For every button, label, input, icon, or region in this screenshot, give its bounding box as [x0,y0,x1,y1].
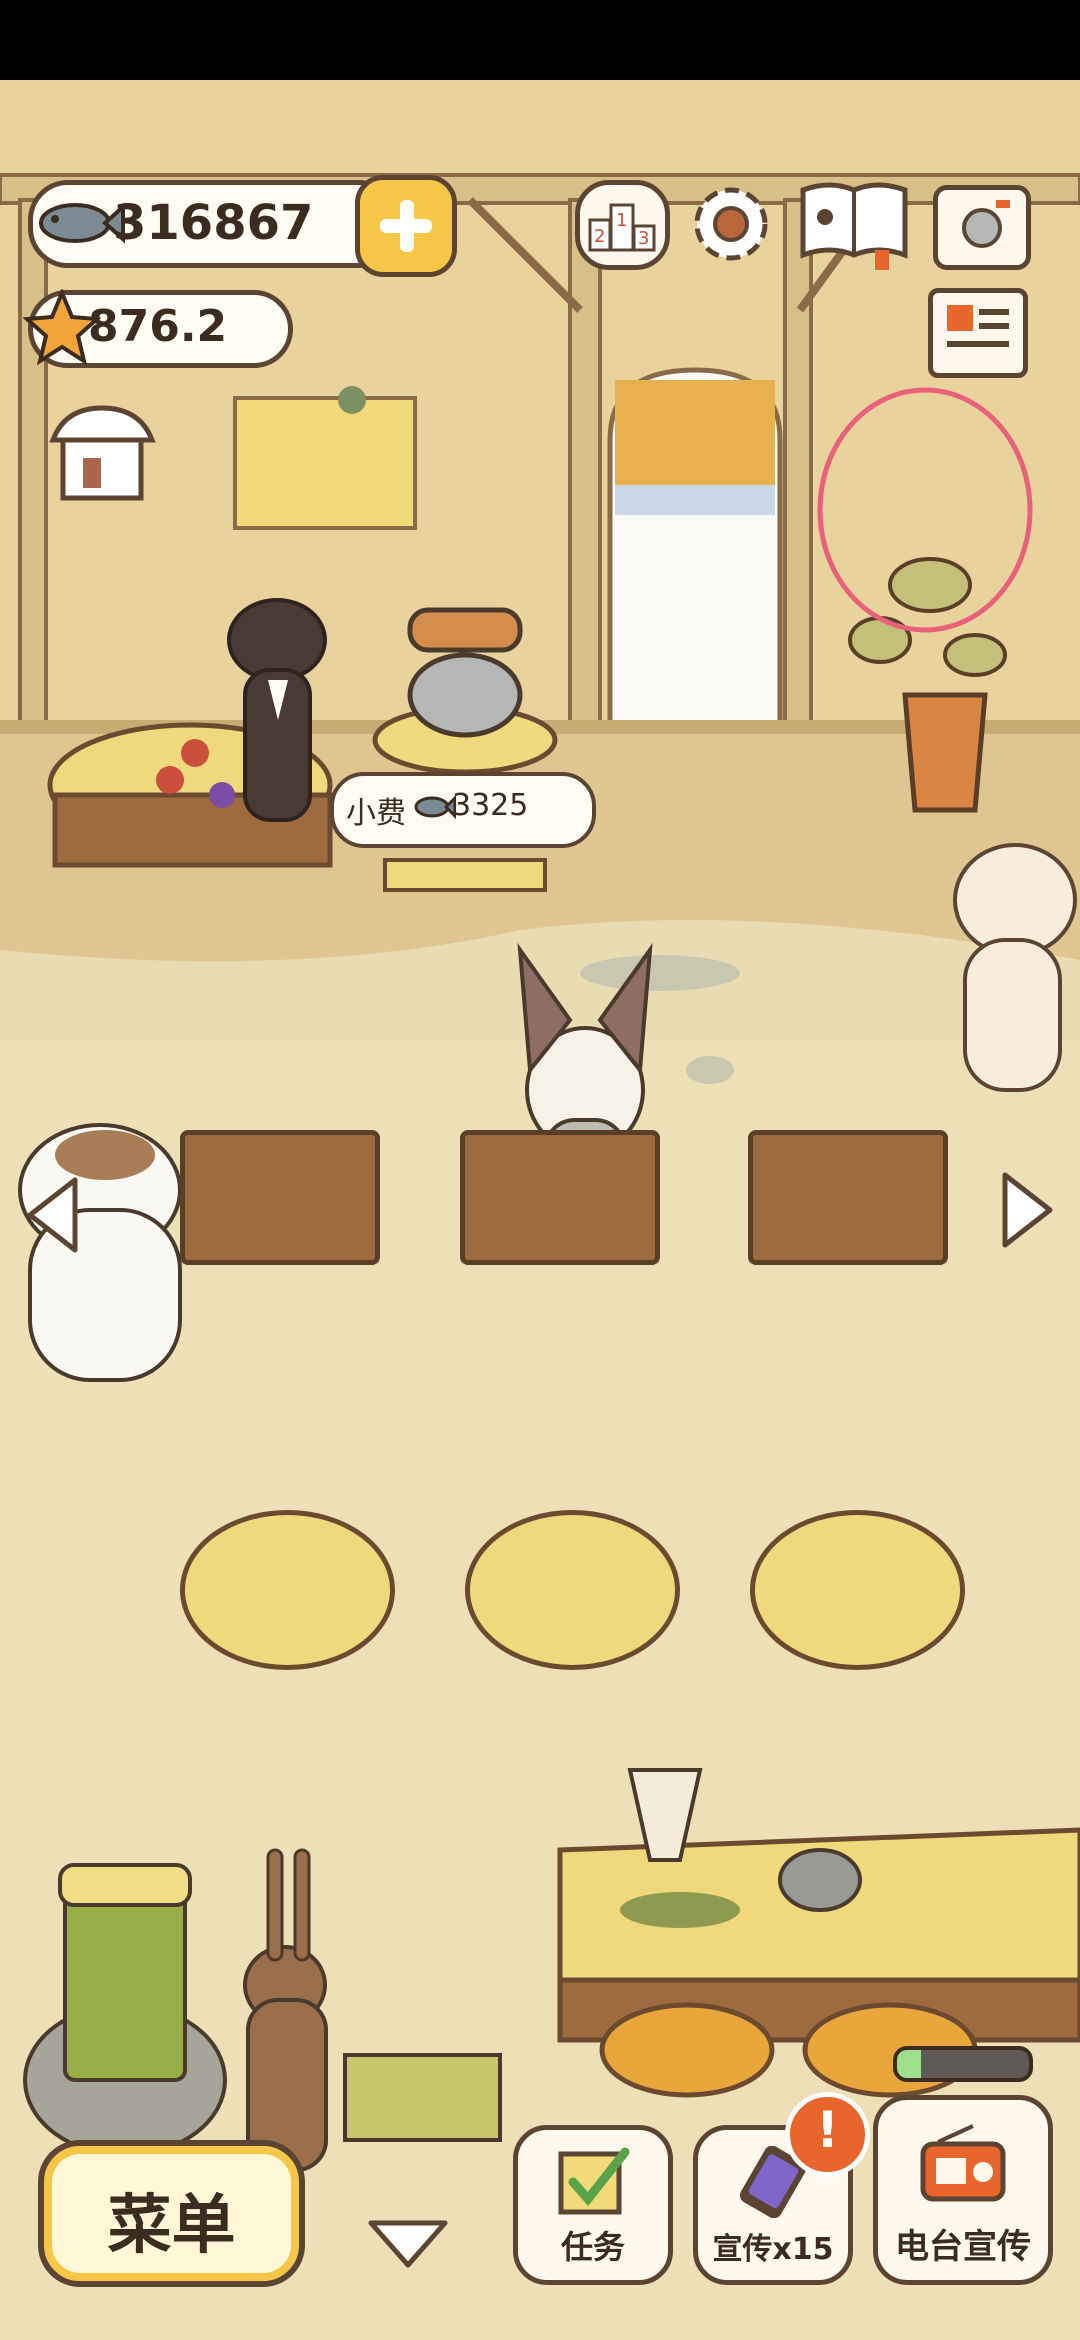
progress-fill [897,2050,921,2078]
seat-table-2[interactable] [460,1130,660,1265]
tasks-label: 任务 [560,2228,625,2266]
shop-button[interactable] [45,400,160,505]
promo-alert-badge: ! [785,2092,870,2177]
star-currency-pill: 876.2 [22,287,293,368]
checklist-icon [558,2147,630,2215]
fish-icon [33,193,125,266]
shop-icon [49,405,156,501]
plus-icon [360,180,452,272]
settings-button[interactable] [685,178,777,270]
stool-1[interactable] [180,1510,395,1670]
ranking-icon: 213 [588,203,656,252]
add-currency-button[interactable] [355,175,457,277]
collapse-button[interactable] [363,2215,453,2275]
tasks-button[interactable]: 任务 [513,2125,673,2285]
left-arrow-icon [27,1177,78,1253]
scroll-left-button[interactable] [20,1170,85,1260]
tip-bubble[interactable]: 小费 3325 [330,772,596,848]
radio-promo-button[interactable]: 电台宣传 [873,2095,1053,2285]
menu-button[interactable]: 菜单 [38,2140,305,2287]
star-count: 876.2 [88,301,228,352]
tip-label: 小费 [346,796,406,831]
settings-gear-icon [694,187,768,261]
scroll-right-button[interactable] [995,1165,1060,1255]
newspaper-icon [947,305,1009,347]
svg-text:3: 3 [638,228,649,249]
book-icon [800,182,908,270]
right-arrow-icon [1002,1172,1053,1248]
seat-table-1[interactable] [180,1130,380,1265]
camera-icon [962,200,1010,248]
stool-2[interactable] [465,1510,680,1670]
fish-count: 316867 [113,195,314,251]
radio-promo-label: 电台宣传 [895,2227,1031,2267]
promo-badge-text: ! [816,2101,839,2159]
status-bar [0,0,1080,80]
tip-amount: 3325 [452,788,529,823]
book-button[interactable] [795,175,913,270]
down-arrow-icon [368,2220,448,2268]
ranking-button[interactable]: 213 [575,180,670,270]
svg-text:2: 2 [594,226,605,247]
stool-3[interactable] [750,1510,965,1670]
radio-icon [920,2124,1006,2202]
promo-label: 宣传x15 [712,2232,834,2267]
svg-text:1: 1 [616,210,627,231]
newspaper-button[interactable] [928,288,1028,378]
camera-button[interactable] [933,185,1031,270]
seat-table-3[interactable] [748,1130,948,1265]
progress-bar [893,2046,1033,2082]
fish-currency-pill: 316867 [28,180,398,268]
menu-label: 菜单 [107,2189,236,2263]
fish-icon [412,790,457,828]
